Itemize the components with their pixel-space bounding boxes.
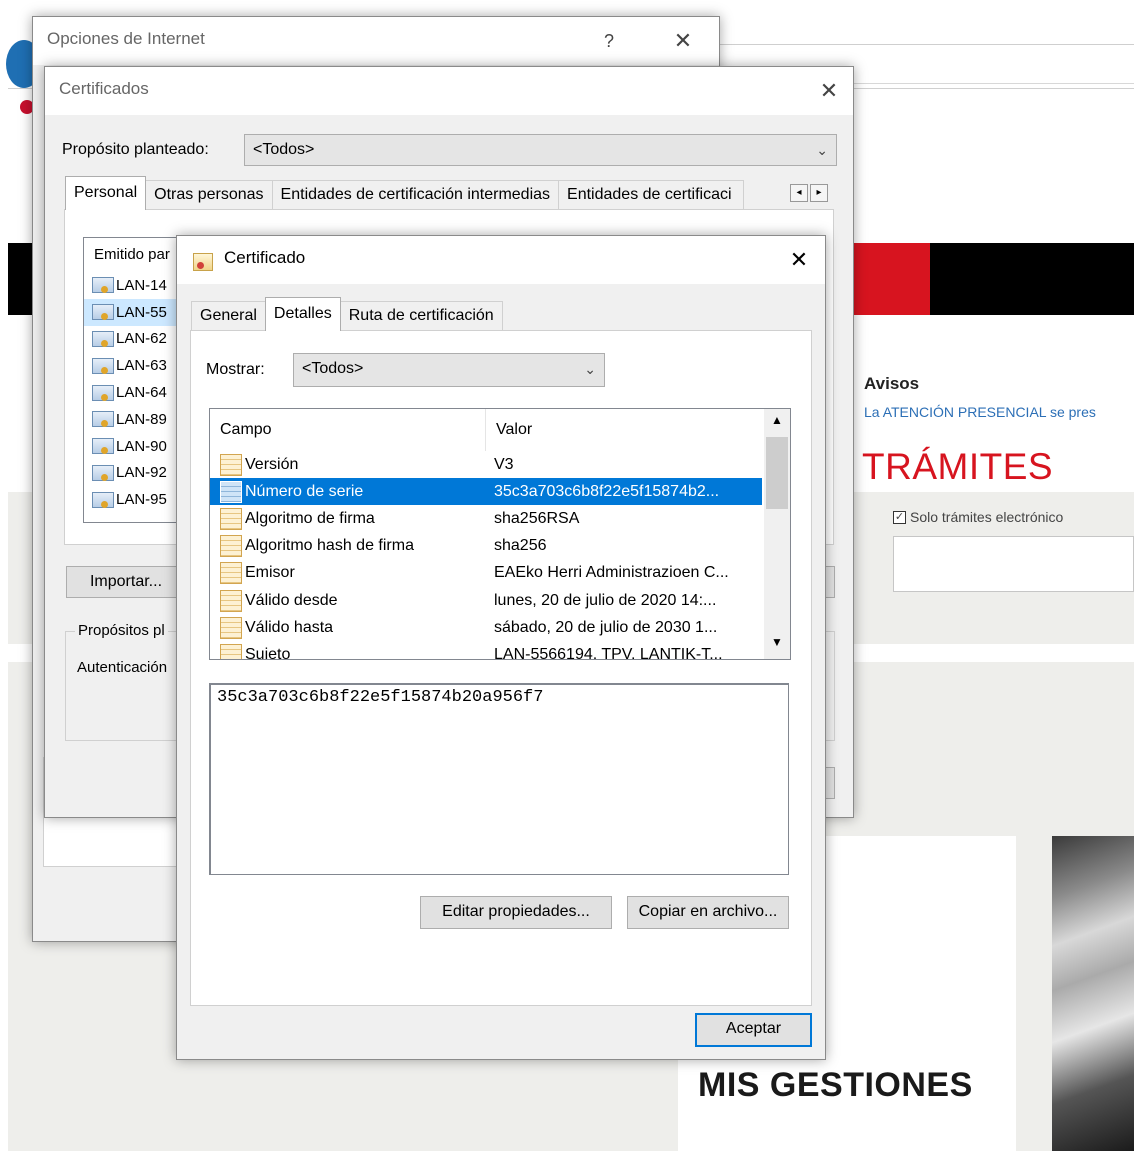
field-icon <box>220 643 242 659</box>
certificate-icon <box>92 357 114 374</box>
table-row[interactable]: Algoritmo hash de firma sha256 <box>210 533 762 560</box>
field-icon <box>220 480 242 503</box>
certificate-icon <box>92 411 114 428</box>
field-icon <box>220 507 242 530</box>
field-value-textbox[interactable]: 35c3a703c6b8f22e5f15874b20a956f7 <box>209 683 789 875</box>
avisos-link[interactable]: La ATENCIÓN PRESENCIAL se pres <box>864 404 1096 420</box>
certificate-titlebar: Certificado ✕ <box>177 236 825 284</box>
table-row[interactable]: Sujeto LAN-5566194, TPV, LANTIK-T... <box>210 641 762 659</box>
column-header-field[interactable]: Campo <box>210 409 486 451</box>
certificate-icon <box>92 304 114 321</box>
certificate-icon <box>193 253 213 271</box>
purpose-value: <Todos> <box>253 141 315 158</box>
field-icon <box>220 589 242 612</box>
tramites-heading: TRÁMITES <box>862 446 1054 487</box>
certificates-tabs: Personal Otras personas Entidades de cer… <box>65 176 745 210</box>
certificates-titlebar: Certificados ✕ <box>45 67 853 115</box>
tab-otras-personas[interactable]: Otras personas <box>145 180 273 210</box>
certificate-icon <box>92 384 114 401</box>
internet-options-titlebar: Opciones de Internet ? ✕ <box>33 17 719 65</box>
certificate-icon <box>92 491 114 508</box>
close-icon[interactable]: ✕ <box>663 25 703 57</box>
chevron-down-icon: ⌄ <box>816 142 828 158</box>
help-icon[interactable]: ? <box>589 25 629 57</box>
tab-entidades-intermedias[interactable]: Entidades de certificación intermedias <box>271 180 560 210</box>
solo-tramites-checkbox[interactable]: ✓ Solo trámites electrónico <box>893 509 1063 525</box>
close-icon[interactable]: ✕ <box>809 75 849 107</box>
field-list-header: Campo Valor <box>210 409 764 451</box>
tab-detalles[interactable]: Detalles <box>264 297 341 331</box>
tab-scroll-right-icon[interactable]: ▸ <box>810 184 828 202</box>
table-row[interactable]: Versión V3 <box>210 451 762 478</box>
certificate-tabs: General Detalles Ruta de certificación <box>191 297 503 331</box>
table-row[interactable]: Válido hasta sábado, 20 de julio de 2030 … <box>210 614 762 641</box>
tab-general[interactable]: General <box>191 301 266 331</box>
scrollbar-thumb[interactable] <box>766 437 788 509</box>
tab-entidades-raiz[interactable]: Entidades de certificaci <box>558 180 745 210</box>
table-row[interactable]: Algoritmo de firma sha256RSA <box>210 505 762 532</box>
field-icon <box>220 562 242 585</box>
window-title: Opciones de Internet <box>47 29 205 48</box>
certificate-window: Certificado ✕ General Detalles Ruta de c… <box>176 235 826 1060</box>
tramites-search-input[interactable] <box>893 536 1134 592</box>
field-icon <box>220 453 242 476</box>
details-field-list[interactable]: Campo Valor Versión V3 Número de serie 35c… <box>209 408 791 660</box>
field-icon <box>220 535 242 558</box>
avisos-heading: Avisos <box>864 374 920 393</box>
purpose-combo[interactable]: <Todos> ⌄ <box>244 134 837 166</box>
scroll-down-icon[interactable]: ▼ <box>764 635 790 655</box>
solo-tramites-label: Solo trámites electrónico <box>910 509 1064 525</box>
show-value: <Todos> <box>302 360 364 377</box>
certificate-icon <box>92 464 114 481</box>
purposes-value: Autenticación <box>77 659 168 676</box>
import-button[interactable]: Importar... <box>66 566 186 598</box>
chevron-down-icon: ⌄ <box>584 361 596 377</box>
promo-photo <box>1052 836 1134 1151</box>
tab-personal[interactable]: Personal <box>65 176 147 210</box>
tab-scroll-arrows: ◂ ▸ <box>790 184 828 202</box>
show-combo[interactable]: <Todos> ⌄ <box>293 353 605 387</box>
scroll-up-icon[interactable]: ▲ <box>764 413 790 433</box>
window-title: Certificados <box>59 79 149 98</box>
column-header-value[interactable]: Valor <box>486 409 532 451</box>
table-row[interactable]: Válido desde lunes, 20 de julio de 2020 1… <box>210 587 762 614</box>
mis-gestiones-heading[interactable]: MIS GESTIONES <box>698 1066 973 1105</box>
certificate-icon <box>92 330 114 347</box>
tab-ruta-certificacion[interactable]: Ruta de certificación <box>339 301 503 331</box>
table-row[interactable]: Número de serie 35c3a703c6b8f22e5f15874b2… <box>210 478 762 506</box>
certificate-icon <box>92 438 114 455</box>
window-title: Certificado <box>224 248 306 267</box>
field-list-scrollbar[interactable]: ▲ ▼ <box>764 409 790 659</box>
edit-properties-button[interactable]: Editar propiedades... <box>420 896 612 929</box>
close-icon[interactable]: ✕ <box>779 244 819 276</box>
copy-to-file-button[interactable]: Copiar en archivo... <box>627 896 789 929</box>
show-label: Mostrar: <box>206 361 265 378</box>
tab-scroll-left-icon[interactable]: ◂ <box>790 184 808 202</box>
purpose-label: Propósito planteado: <box>62 141 209 158</box>
certificate-icon <box>92 277 114 294</box>
field-icon <box>220 616 242 639</box>
checkbox-check-icon[interactable]: ✓ <box>893 510 906 524</box>
accept-button[interactable]: Aceptar <box>695 1013 812 1047</box>
purposes-group-label: Propósitos pl <box>75 622 168 639</box>
table-row[interactable]: Emisor EAEko Herri Administrazioen C... <box>210 560 762 587</box>
